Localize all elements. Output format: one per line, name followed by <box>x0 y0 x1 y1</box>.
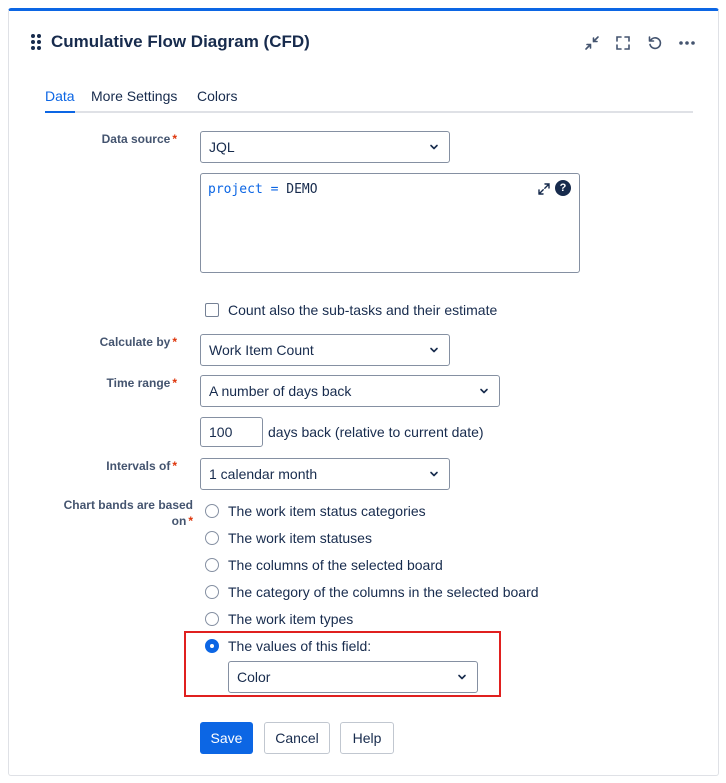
option-column-category: The category of the columns in the selec… <box>228 584 539 600</box>
refresh-icon[interactable] <box>644 32 666 54</box>
intervals-select[interactable]: 1 calendar month <box>200 458 450 490</box>
tab-data[interactable]: Data <box>45 87 75 113</box>
drag-handle-icon[interactable] <box>31 34 43 50</box>
help-button[interactable]: Help <box>340 722 394 754</box>
cancel-button[interactable]: Cancel <box>264 722 330 754</box>
chevron-down-icon <box>480 388 488 394</box>
data-source-label: Data source * <box>101 132 177 146</box>
data-source-select[interactable]: JQL <box>200 131 450 163</box>
calculate-by-select[interactable]: Work Item Count <box>200 334 450 366</box>
gadget-title: Cumulative Flow Diagram (CFD) <box>51 32 310 51</box>
tab-bar: Data More Settings Colors <box>45 85 693 113</box>
radio-statuses[interactable] <box>205 531 219 545</box>
jql-value: DEMO <box>286 182 318 197</box>
data-source-value: JQL <box>209 139 235 155</box>
minimize-icon[interactable] <box>581 32 603 54</box>
days-back-input[interactable] <box>200 417 263 447</box>
intervals-value: 1 calendar month <box>209 466 318 482</box>
jql-query: project = DEMO <box>208 182 318 197</box>
help-icon[interactable]: ? <box>555 180 571 196</box>
subtasks-label: Count also the sub-tasks and their estim… <box>228 302 498 318</box>
intervals-label: Intervals of * <box>106 459 177 473</box>
calculate-by-value: Work Item Count <box>209 342 314 358</box>
save-button[interactable]: Save <box>200 722 253 754</box>
expand-icon[interactable] <box>537 182 551 196</box>
calculate-by-label: Calculate by * <box>99 335 177 349</box>
jql-keyword: project <box>208 182 263 197</box>
radio-field-values[interactable] <box>205 639 219 653</box>
chevron-down-icon <box>430 347 438 353</box>
chevron-down-icon <box>458 674 466 680</box>
field-select-value: Color <box>237 669 271 685</box>
chart-bands-label: Chart bands are based on * <box>63 498 193 528</box>
jql-editor[interactable]: project = DEMO ? <box>200 173 580 273</box>
option-statuses: The work item statuses <box>228 530 372 546</box>
jql-operator: = <box>270 182 279 197</box>
time-range-label: Time range * <box>106 376 177 390</box>
radio-board-columns[interactable] <box>205 558 219 572</box>
chevron-down-icon <box>430 144 438 150</box>
tab-more-settings[interactable]: More Settings <box>91 87 177 105</box>
gadget-container: Cumulative Flow Diagram (CFD) Data More … <box>8 8 719 776</box>
option-work-item-types: The work item types <box>228 611 354 627</box>
time-range-value: A number of days back <box>209 383 352 399</box>
option-field-values: The values of this field: <box>228 638 372 654</box>
tab-colors[interactable]: Colors <box>197 87 237 105</box>
time-range-select[interactable]: A number of days back <box>200 375 500 407</box>
field-select[interactable]: Color <box>228 661 478 693</box>
radio-status-categories[interactable] <box>205 504 219 518</box>
days-back-suffix: days back (relative to current date) <box>268 424 484 440</box>
radio-work-item-types[interactable] <box>205 612 219 626</box>
option-status-categories: The work item status categories <box>228 503 426 519</box>
more-icon[interactable] <box>676 32 698 54</box>
fullscreen-icon[interactable] <box>612 32 634 54</box>
option-board-columns: The columns of the selected board <box>228 557 443 573</box>
radio-column-category[interactable] <box>205 585 219 599</box>
chevron-down-icon <box>430 471 438 477</box>
subtasks-checkbox[interactable] <box>205 303 219 317</box>
